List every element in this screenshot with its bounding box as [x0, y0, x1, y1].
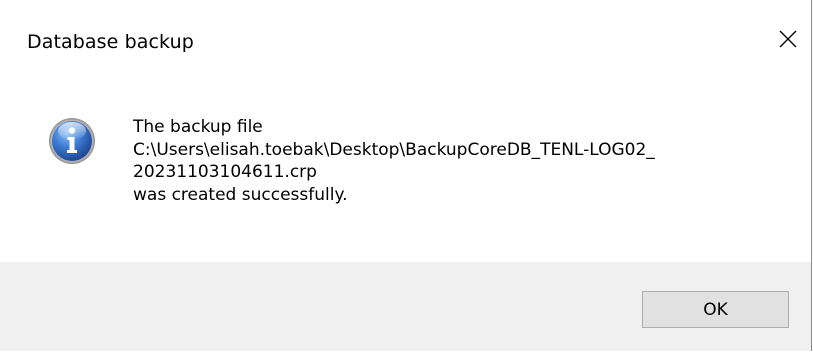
message-line: was created successfully. [133, 184, 348, 205]
message-line: C:\Users\elisah.toebak\Desktop\BackupCor… [133, 139, 655, 160]
message-text: The backup file C:\Users\elisah.toebak\D… [133, 116, 655, 206]
message-area: The backup file C:\Users\elisah.toebak\D… [0, 80, 811, 262]
title-bar: Database backup [0, 0, 811, 80]
ok-button[interactable]: OK [642, 291, 789, 328]
information-icon [48, 117, 96, 165]
dialog-window: Database backup The backup file C:\Users… [0, 0, 812, 351]
message-line: 20231103104611.crp [133, 162, 317, 182]
close-button[interactable] [765, 14, 813, 66]
message-line: The backup file [133, 117, 263, 137]
dialog-title: Database backup [27, 31, 194, 53]
button-bar: OK [0, 262, 811, 351]
close-icon [779, 30, 797, 48]
